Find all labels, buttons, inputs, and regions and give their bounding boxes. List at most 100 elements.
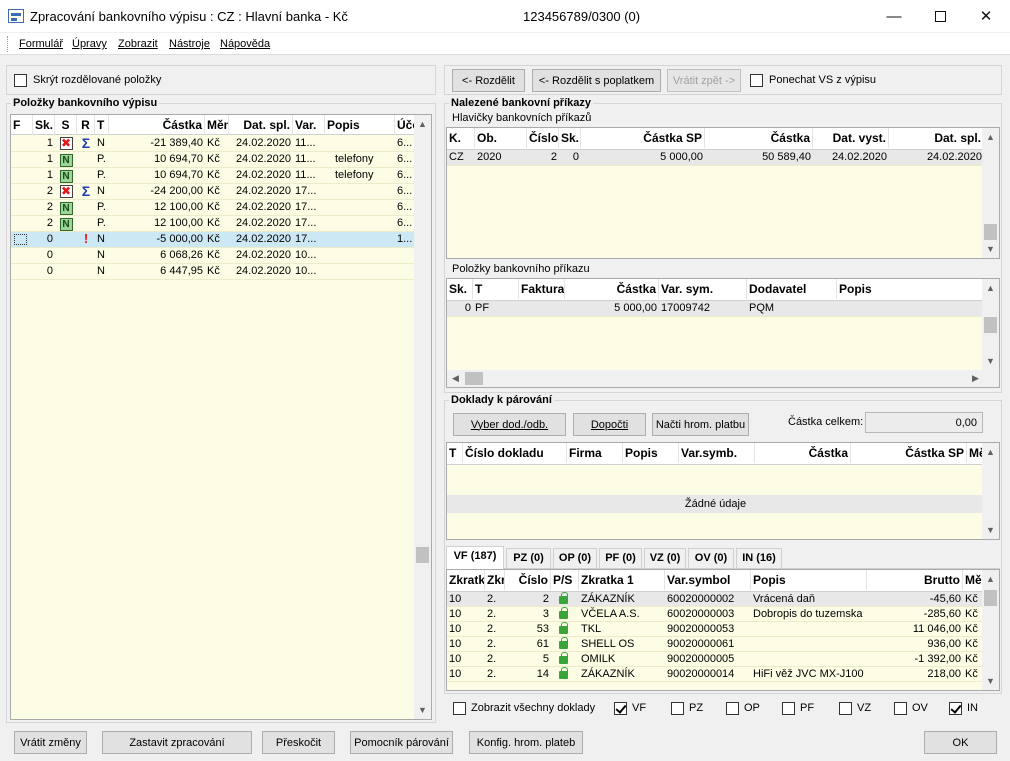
col-sk[interactable]: Sk. (33, 115, 55, 135)
show-all-checkbox[interactable] (453, 702, 466, 715)
col-zkratka-1[interactable]: Zkratka 1 (579, 570, 665, 590)
scroll-up-icon[interactable]: ▲ (414, 119, 431, 129)
list-item[interactable]: 10 2. 5 OMILK 90020000005 -1 392,00 Kč (447, 652, 984, 667)
table-row[interactable]: CZ 2020 2 0 5 000,00 50 589,40 24.02.2020 24.02… (447, 150, 984, 166)
split-fee-button[interactable]: <- Rozdělit s poplatkem (532, 69, 661, 92)
pairing-helper-button[interactable]: Pomocník párování (350, 731, 453, 754)
table-row[interactable]: 1 ✖ Σ N -21 389,40 Kč 24.02.2020 11... 6... (11, 136, 416, 152)
col-t[interactable]: T (473, 279, 519, 299)
table-row[interactable]: 1 N P. 10 694,70 Kč 24.02.2020 11... telefony 6.… (11, 152, 416, 168)
order-items-grid[interactable]: Sk. T Faktura Částka Var. sym. Dodavatel… (446, 278, 1000, 388)
scroll-thumb[interactable] (984, 224, 997, 240)
scroll-down-icon[interactable]: ▼ (982, 676, 999, 686)
table-row[interactable]: 0 N 6 447,95 Kč 24.02.2020 10... (11, 264, 416, 280)
table-row[interactable]: 2 ✖ Σ N -24 200,00 Kč 24.02.2020 17... 6... (11, 184, 416, 200)
stop-processing-button[interactable]: Zastavit zpracování (102, 731, 252, 754)
return-button[interactable]: Vrátit zpět -> (667, 69, 741, 92)
tab-vz[interactable]: VZ (0) (644, 548, 686, 568)
tab-ov[interactable]: OV (0) (688, 548, 734, 568)
col-popis[interactable]: Popis (325, 115, 395, 135)
undo-changes-button[interactable]: Vrátit změny (14, 731, 87, 754)
list-item[interactable]: 10 2. 3 VČELA A.S. 60020000003 Dobropis do tu… (447, 607, 984, 622)
col-s[interactable]: S (55, 115, 77, 135)
document-list-grid[interactable]: Zkratka Zkratka Číslo P/S Zkratka 1 Var.… (446, 569, 1000, 691)
table-row[interactable]: 0 PF 5 000,00 17009742 PQM (447, 301, 984, 317)
col-castka[interactable]: Částka (755, 443, 851, 463)
tab-in[interactable]: IN (16) (736, 548, 782, 568)
pairing-docs-grid[interactable]: T Číslo dokladu Firma Popis Var.symb. Čá… (446, 442, 1000, 540)
col-var-symbol[interactable]: Var.symbol (665, 570, 751, 590)
statement-items-scrollbar[interactable]: ▲ ▼ (414, 115, 431, 719)
col-dat-spl[interactable]: Dat. spl. (229, 115, 293, 135)
tab-pz[interactable]: PZ (0) (506, 548, 551, 568)
filter-vf-checkbox[interactable] (614, 702, 627, 715)
skip-button[interactable]: Přeskočit (262, 731, 335, 754)
order-items-hscrollbar[interactable]: ◀ ▶ (447, 370, 984, 387)
menu-nastroje[interactable]: Nástroje (169, 38, 210, 50)
col-faktura[interactable]: Faktura (519, 279, 565, 299)
col-brutto[interactable]: Brutto (867, 570, 963, 590)
hscroll-thumb[interactable] (465, 372, 483, 385)
split-button[interactable]: <- Rozdělit (452, 69, 525, 92)
table-row[interactable]: 1 N P. 10 694,70 Kč 24.02.2020 11... telefony 6.… (11, 168, 416, 184)
scroll-up-icon[interactable]: ▲ (982, 283, 999, 293)
scroll-down-icon[interactable]: ▼ (982, 244, 999, 254)
col-cislo[interactable]: Číslo (505, 570, 551, 590)
col-castka[interactable]: Částka (565, 279, 659, 299)
col-ps[interactable]: P/S (551, 570, 579, 590)
filter-ov-checkbox[interactable] (894, 702, 907, 715)
batch-config-button[interactable]: Konfig. hrom. plateb (469, 731, 583, 754)
order-headers-scrollbar[interactable]: ▲ ▼ (982, 128, 999, 258)
col-castka[interactable]: Částka (109, 115, 205, 135)
col-var-sym[interactable]: Var. sym. (659, 279, 747, 299)
col-zkratka[interactable]: Zkratka (447, 570, 485, 590)
col-mena[interactable]: Měna (205, 115, 229, 135)
statement-items-grid[interactable]: F Sk. S R T Částka Měna Dat. spl. Var. P… (10, 114, 432, 720)
order-headers-grid[interactable]: K. Ob. Číslo Sk. Částka SP Částka Dat. v… (446, 127, 1000, 259)
col-zkratka-2[interactable]: Zkratka (485, 570, 505, 590)
scroll-down-icon[interactable]: ▼ (982, 356, 999, 366)
menu-formular[interactable]: Formulář (19, 38, 63, 50)
filter-op-checkbox[interactable] (726, 702, 739, 715)
col-t[interactable]: T (447, 443, 463, 463)
table-row[interactable]: 2 N P. 12 100,00 Kč 24.02.2020 17... 6... (11, 200, 416, 216)
col-castka[interactable]: Částka (705, 128, 813, 148)
list-item[interactable]: 10 2. 2 ZÁKAZNÍK 60020000002 Vrácená daň -45,6… (447, 592, 984, 607)
close-icon[interactable]: ✕ (963, 0, 1009, 32)
col-ob[interactable]: Ob. (475, 128, 527, 148)
maximize-icon[interactable] (917, 0, 963, 32)
col-popis[interactable]: Popis (751, 570, 867, 590)
col-popis[interactable]: Popis (837, 279, 984, 299)
col-cislo[interactable]: Číslo (527, 128, 559, 148)
col-f[interactable]: F (11, 115, 33, 135)
menu-zobrazit[interactable]: Zobrazit (118, 38, 158, 50)
calculate-button[interactable]: Dopočti (573, 413, 646, 436)
select-partner-button[interactable]: Vyber dod./odb. (453, 413, 566, 436)
list-item[interactable]: 10 2. 61 SHELL OS 90020000061 936,00 Kč (447, 637, 984, 652)
col-cislo-dokladu[interactable]: Číslo dokladu (463, 443, 567, 463)
scroll-up-icon[interactable]: ▲ (982, 132, 999, 142)
col-var-symb[interactable]: Var.symb. (679, 443, 755, 463)
col-t[interactable]: T (95, 115, 109, 135)
list-item[interactable]: 10 2. 14 ZÁKAZNÍK 90020000014 HiFi věž JVC MX… (447, 667, 984, 682)
filter-pz-checkbox[interactable] (671, 702, 684, 715)
minimize-icon[interactable]: — (871, 0, 917, 32)
menu-napoveda[interactable]: Nápověda (220, 38, 270, 50)
document-list-scrollbar[interactable]: ▲ ▼ (982, 570, 999, 690)
col-sk[interactable]: Sk. (559, 128, 581, 148)
load-batch-button[interactable]: Načti hrom. platbu (652, 413, 749, 436)
col-dat-vyst[interactable]: Dat. vyst. (813, 128, 889, 148)
menu-upravy[interactable]: Úpravy (72, 38, 107, 50)
scroll-thumb[interactable] (416, 547, 429, 563)
table-row[interactable]: 0 N 6 068,26 Kč 24.02.2020 10... (11, 248, 416, 264)
scroll-up-icon[interactable]: ▲ (982, 447, 999, 457)
order-items-vscrollbar[interactable]: ▲ ▼ (982, 279, 999, 370)
tab-vf[interactable]: VF (187) (446, 546, 504, 569)
ok-button[interactable]: OK (924, 731, 997, 754)
tab-op[interactable]: OP (0) (553, 548, 597, 568)
scroll-thumb[interactable] (984, 317, 997, 333)
table-row[interactable]: 2 N P. 12 100,00 Kč 24.02.2020 17... 6... (11, 216, 416, 232)
pairing-docs-scrollbar[interactable]: ▲ ▼ (982, 443, 999, 539)
hide-split-checkbox[interactable] (14, 74, 27, 87)
col-k[interactable]: K. (447, 128, 475, 148)
